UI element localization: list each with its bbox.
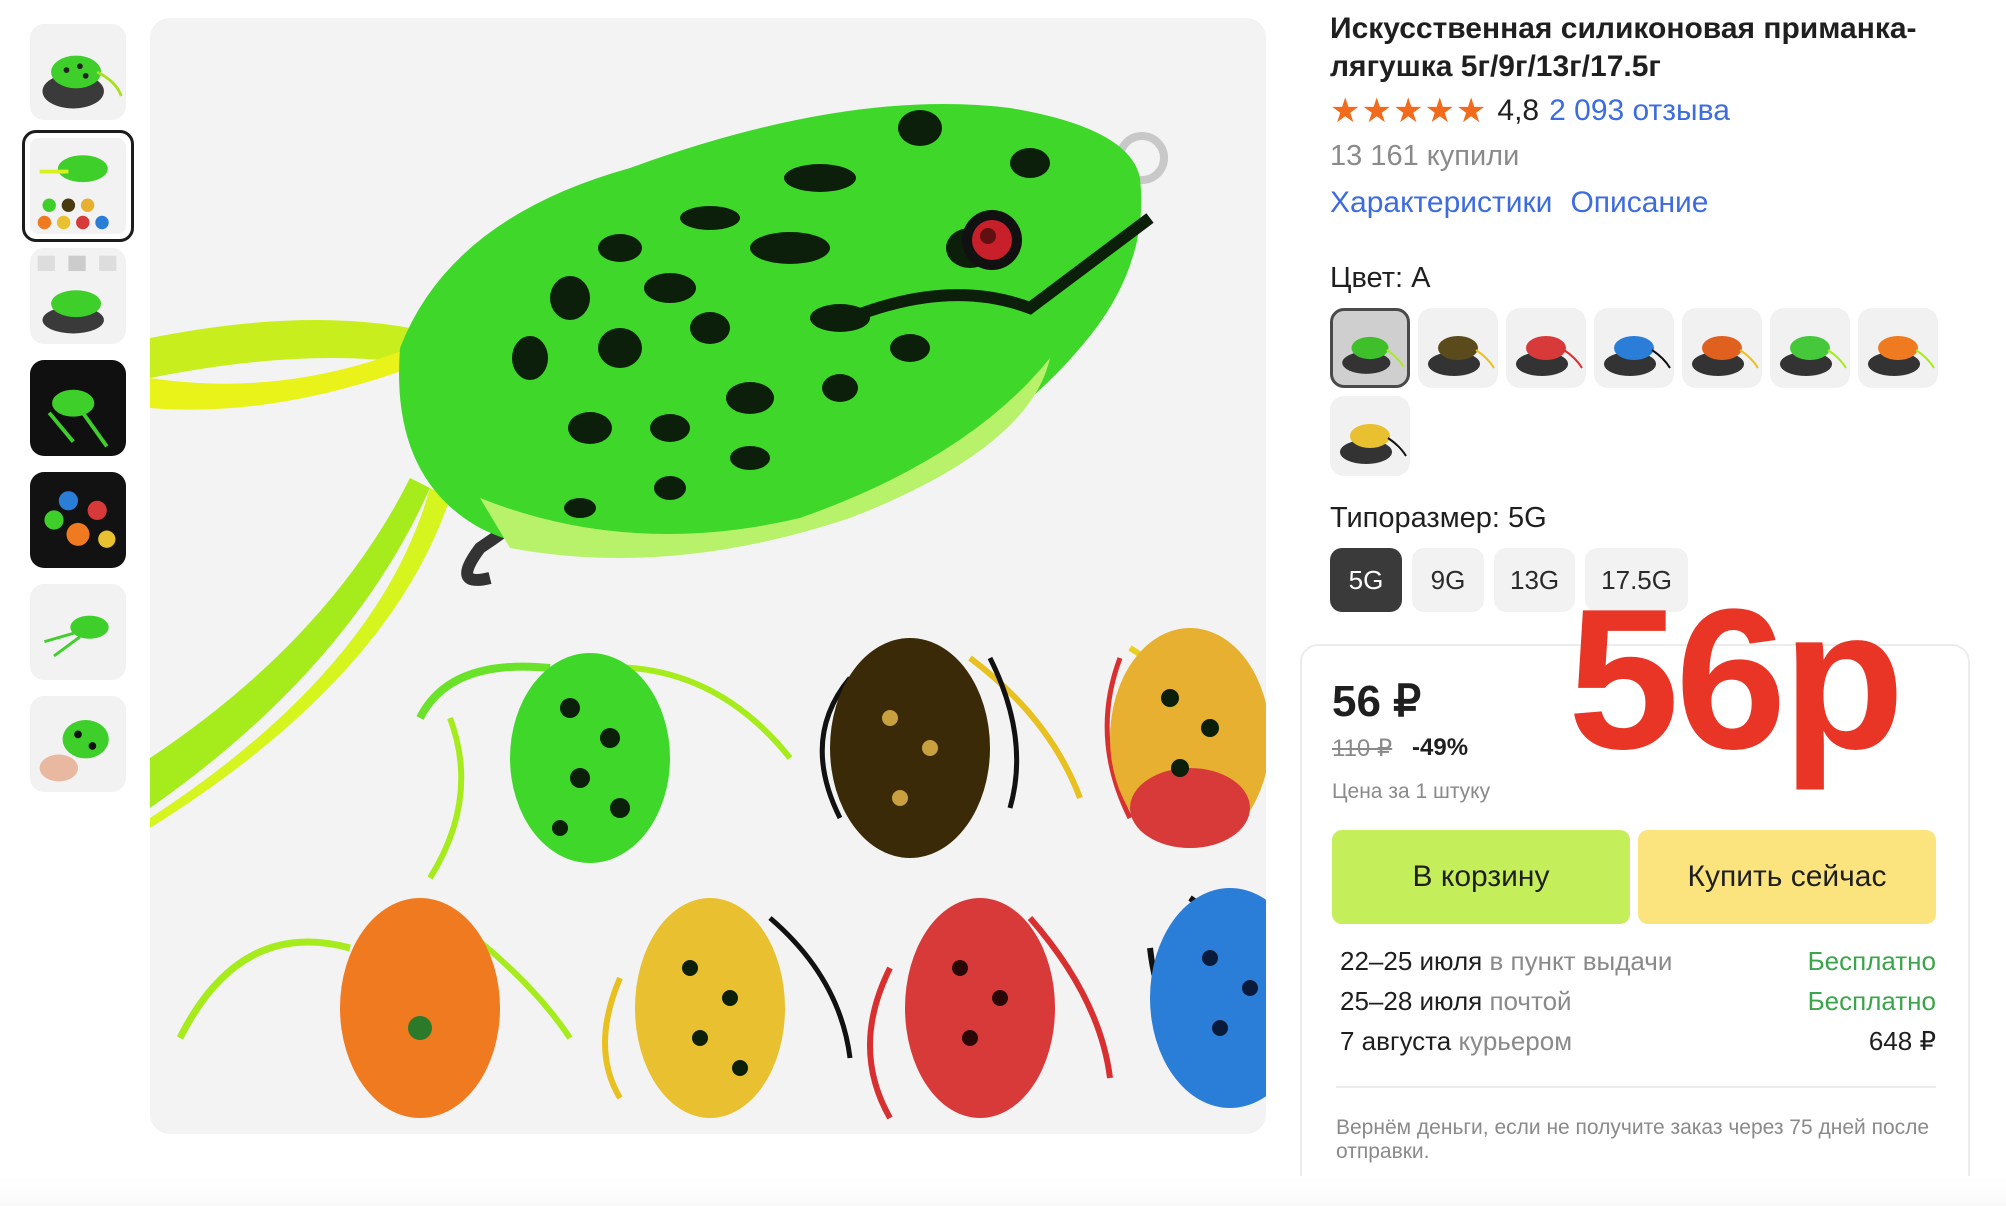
frog-swatch-image: [1516, 336, 1583, 376]
delivery-row: 22–25 июля в пункт выдачи Бесплатно: [1340, 946, 1936, 986]
color-swatch-6[interactable]: [1770, 308, 1850, 388]
frog-hand-image: [30, 696, 126, 792]
rating-value: 4,8: [1497, 94, 1540, 127]
delivery-method: почтой: [1489, 986, 1572, 1016]
discount-badge: -49%: [1412, 734, 1469, 761]
delivery-date: 25–28 июля: [1340, 986, 1483, 1016]
delivery-cost: Бесплатно: [1807, 986, 1936, 1016]
divider: [1336, 1086, 1936, 1088]
thumbnail-3[interactable]: [30, 248, 126, 344]
thumbnail-7[interactable]: [30, 696, 126, 792]
frog-set-image: [30, 138, 126, 234]
color-swatch-4[interactable]: [1594, 308, 1674, 388]
purchase-count: 13 161 купили: [1330, 140, 1520, 172]
bottom-edge: [0, 1176, 2006, 1206]
frog-lure-illustration: [150, 18, 1266, 1134]
rating-row: ★★★★★ 4,8 2 093 отзыва: [1330, 88, 1730, 134]
delivery-cost: Бесплатно: [1807, 946, 1936, 976]
color-swatch-5[interactable]: [1682, 308, 1762, 388]
thumbnail-6[interactable]: [30, 584, 126, 680]
buy-now-button[interactable]: Купить сейчас: [1638, 830, 1936, 924]
color-swatch-2[interactable]: [1418, 308, 1498, 388]
delivery-options: 22–25 июля в пункт выдачи Бесплатно 25–2…: [1340, 946, 1936, 1066]
size-option-13g[interactable]: 13G: [1494, 548, 1576, 612]
delivery-date: 7 августа: [1340, 1026, 1452, 1056]
unit-price-note: Цена за 1 штуку: [1332, 780, 1491, 803]
reviews-link[interactable]: 2 093 отзыва: [1549, 94, 1730, 128]
old-price: 110 ₽: [1332, 735, 1393, 762]
price-overlay: 56р: [1568, 568, 1905, 791]
thumbnail-5[interactable]: [30, 472, 126, 568]
product-tabs: Характеристики Описание: [1330, 186, 1708, 220]
frog-swatch-image: [1780, 336, 1847, 376]
color-label: Цвет: A: [1330, 262, 1431, 294]
add-to-cart-button[interactable]: В корзину: [1332, 830, 1630, 924]
current-price: 56 ₽: [1332, 677, 1422, 726]
frog-details-image: [30, 248, 126, 344]
tab-characteristics[interactable]: Характеристики: [1330, 186, 1552, 220]
color-swatch-3[interactable]: [1506, 308, 1586, 388]
frog-group-image: [30, 472, 126, 568]
delivery-date: 22–25 июля: [1340, 946, 1483, 976]
size-label: Типоразмер: 5G: [1330, 502, 1547, 534]
frog-side-image: [30, 584, 126, 680]
frog-swatch-image: [1604, 336, 1671, 376]
frog-swatch-image: [1692, 336, 1759, 376]
color-swatch-7[interactable]: [1858, 308, 1938, 388]
size-option-9g[interactable]: 9G: [1412, 548, 1484, 612]
frog-swatch-image: [1340, 424, 1407, 464]
frog-swatch-image: [1868, 336, 1935, 376]
color-swatch-8[interactable]: [1330, 396, 1410, 476]
color-swatch-1[interactable]: [1330, 308, 1410, 388]
star-rating-icon: ★★★★★: [1330, 91, 1488, 131]
delivery-row: 7 августа курьером 648 ₽: [1340, 1026, 1936, 1066]
delivery-method: в пункт выдачи: [1489, 946, 1673, 976]
main-product-image[interactable]: [150, 18, 1266, 1134]
frog-swatch-image: [1428, 336, 1495, 376]
frog-image: [30, 24, 126, 120]
frog-swatch-image: [1342, 336, 1405, 374]
product-title: Искусственная силиконовая приманка-лягуш…: [1330, 12, 1917, 83]
size-option-5g[interactable]: 5G: [1330, 548, 1402, 612]
tab-description[interactable]: Описание: [1570, 186, 1708, 220]
thumbnail-1[interactable]: [30, 24, 126, 120]
refund-note: Вернём деньги, если не получите заказ че…: [1336, 1116, 1930, 1163]
thumbnail-2[interactable]: [22, 130, 134, 242]
frog-dark-image: [30, 360, 126, 456]
delivery-method: курьером: [1458, 1026, 1573, 1056]
delivery-cost: 648 ₽: [1868, 1026, 1936, 1056]
thumbnail-4[interactable]: [30, 360, 126, 456]
delivery-row: 25–28 июля почтой Бесплатно: [1340, 986, 1936, 1026]
